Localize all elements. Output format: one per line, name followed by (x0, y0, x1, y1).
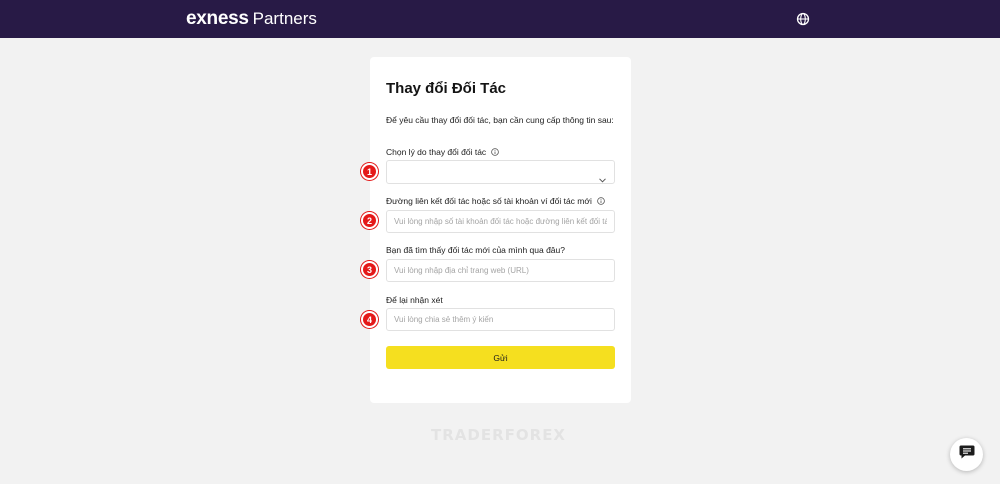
logo-partners-text: Partners (252, 9, 317, 28)
logo-brand-text: exness (186, 8, 249, 29)
info-icon[interactable] (597, 197, 605, 205)
globe-icon[interactable] (796, 12, 810, 26)
comment-input[interactable] (386, 308, 615, 331)
change-partner-form-card: Thay đổi Đối Tác Để yêu cầu thay đổi đối… (370, 57, 631, 403)
chat-icon (958, 444, 976, 465)
top-navigation-bar: exness Partners (0, 0, 1000, 38)
form-intro-text: Để yêu cầu thay đổi đối tác, bạn cần cun… (386, 115, 614, 125)
reason-label-row: Chọn lý do thay đổi đối tác (386, 147, 499, 157)
link-label-row: Đường liên kết đối tác hoặc số tài khoản… (386, 196, 605, 206)
comment-label: Để lại nhận xét (386, 295, 443, 305)
link-label: Đường liên kết đối tác hoặc số tài khoản… (386, 196, 592, 206)
step-marker-4: 4 (361, 311, 378, 328)
step-marker-1: 1 (361, 163, 378, 180)
source-label: Bạn đã tìm thấy đối tác mới của mình qua… (386, 245, 565, 255)
step-marker-2: 2 (361, 212, 378, 229)
comment-label-row: Để lại nhận xét (386, 295, 443, 305)
reason-label: Chọn lý do thay đổi đối tác (386, 147, 487, 157)
chevron-down-icon (599, 170, 606, 183)
exness-partners-logo[interactable]: exness Partners (186, 8, 317, 30)
chat-button[interactable] (950, 438, 983, 471)
source-url-input[interactable] (386, 259, 615, 282)
partner-link-input[interactable] (386, 210, 615, 233)
form-title: Thay đổi Đối Tác (386, 80, 507, 97)
watermark: TRADERFOREX (431, 426, 566, 444)
source-label-row: Bạn đã tìm thấy đối tác mới của mình qua… (386, 245, 565, 255)
step-marker-3: 3 (361, 261, 378, 278)
info-icon[interactable] (491, 148, 499, 156)
submit-button[interactable]: Gửi (386, 346, 615, 369)
reason-select[interactable] (386, 160, 615, 184)
